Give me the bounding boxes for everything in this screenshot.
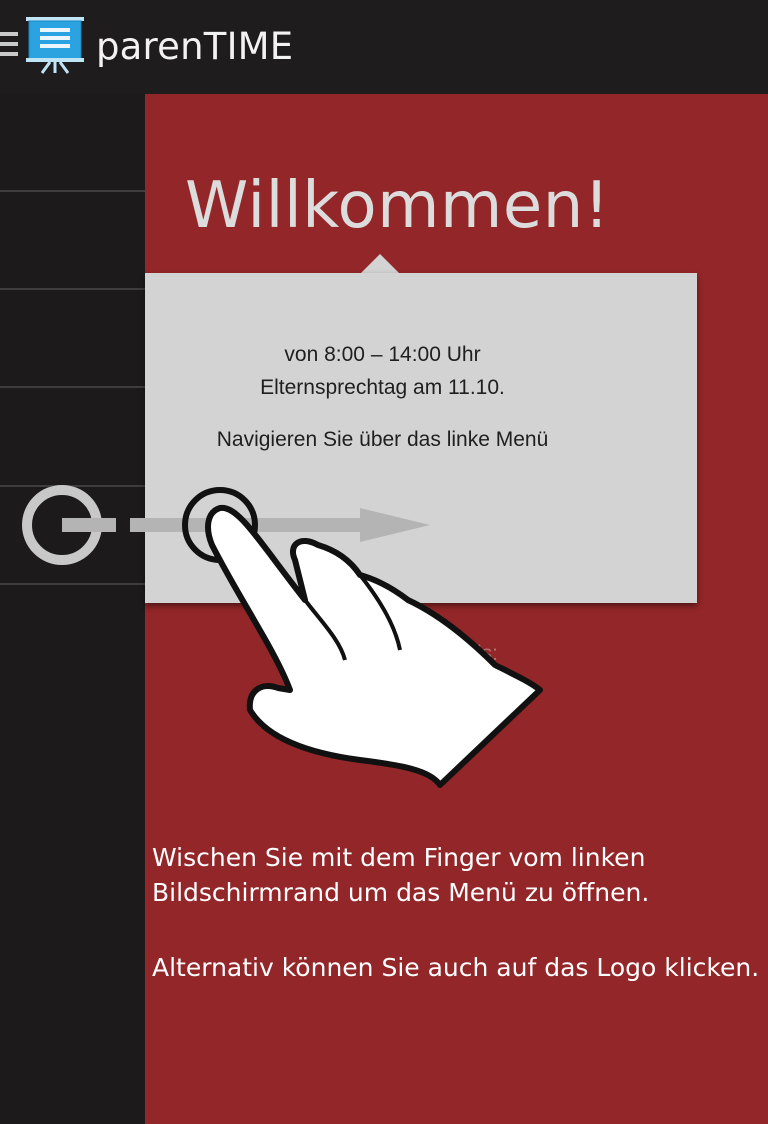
info-card-time: von 8:00 – 14:00 Uhr [284,343,481,366]
main-content: Willkommen! von 8:00 – 14:00 Uhr Elterns… [145,94,768,1124]
app-screen: parenTIME Willkommen! von 8:00 – 14:00 U… [0,0,768,1124]
info-card-pointer [360,254,400,274]
app-logo-button[interactable] [24,16,86,74]
action-bar: parenTIME [0,0,768,94]
hamburger-icon[interactable] [0,32,18,60]
info-card-navigation-hint: Navigieren Sie über das linke Menü [216,428,549,451]
tutorial-hint-line-2: Bildschirmrand um das Menü zu öffnen. [152,878,650,907]
tutorial-hint-line-3: Alternativ können Sie auch auf das Logo … [152,953,760,982]
tutorial-hint-line-1: Wischen Sie mit dem Finger vom linken [152,843,646,872]
drawer-divider [0,190,145,192]
info-card: von 8:00 – 14:00 Uhr Elternsprechtag am … [145,273,697,603]
partial-label: ls: [477,642,498,665]
navigation-drawer[interactable] [0,94,145,1124]
drawer-divider [0,288,145,290]
drawer-divider [0,386,145,388]
app-title: parenTIME [96,25,294,68]
drawer-divider [0,485,145,487]
presentation-board-icon [26,17,84,74]
info-card-event: Elternsprechtag am 11.10. [260,376,505,399]
drawer-divider [0,583,145,585]
welcome-title: Willkommen! [185,169,610,243]
